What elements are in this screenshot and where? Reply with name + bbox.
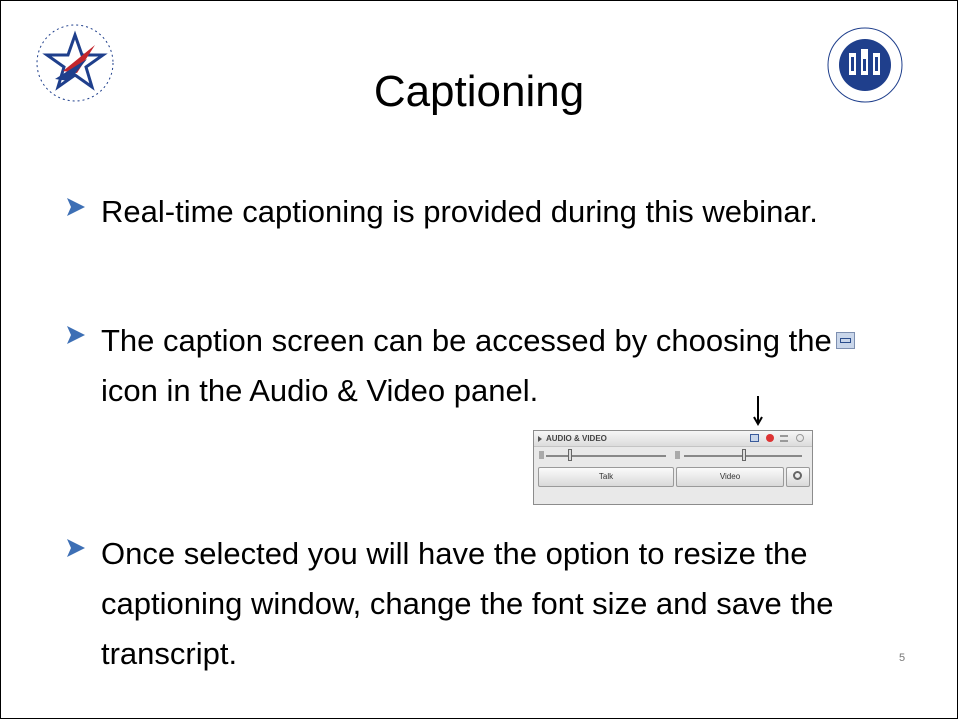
collapse-triangle-icon[interactable] [538, 436, 542, 442]
mic-volume-handle[interactable] [568, 449, 572, 461]
options-icon[interactable] [796, 434, 804, 442]
video-button[interactable]: Video [676, 467, 784, 487]
mic-status-icon[interactable] [766, 434, 774, 442]
bullet-2-text: The caption screen can be accessed by ch… [101, 316, 901, 416]
down-arrow-icon [753, 396, 763, 426]
closed-caption-icon[interactable] [750, 434, 759, 442]
speaker-volume-handle[interactable] [742, 449, 746, 461]
audio-video-panel: AUDIO & VIDEO Talk Video [533, 430, 813, 505]
speaker-icon [675, 451, 680, 459]
magnifier-icon [793, 471, 802, 480]
mic-volume-slider[interactable] [546, 455, 666, 457]
panel-title: AUDIO & VIDEO [546, 434, 607, 443]
bullet-2-text-after: icon in the Audio & Video panel. [101, 373, 539, 408]
talk-button[interactable]: Talk [538, 467, 674, 487]
slide-title: Captioning [373, 67, 585, 116]
bullet-arrow-icon [67, 198, 85, 216]
panel-header: AUDIO & VIDEO [534, 431, 812, 447]
slide: Captioning Real-time captioning is provi… [0, 0, 958, 719]
microphone-icon [539, 451, 544, 459]
bullet-3-text: Once selected you will have the option t… [101, 536, 834, 671]
bullet-2-text-before: The caption screen can be accessed by ch… [101, 323, 832, 358]
bullet-arrow-icon [67, 326, 85, 344]
closed-caption-icon [835, 332, 855, 350]
bullet-arrow-icon [67, 539, 85, 557]
menu-icon[interactable] [780, 435, 788, 442]
find-button[interactable] [786, 467, 810, 487]
page-number: 5 [899, 652, 906, 664]
bullet-1-text: Real-time captioning is provided during … [101, 194, 818, 229]
